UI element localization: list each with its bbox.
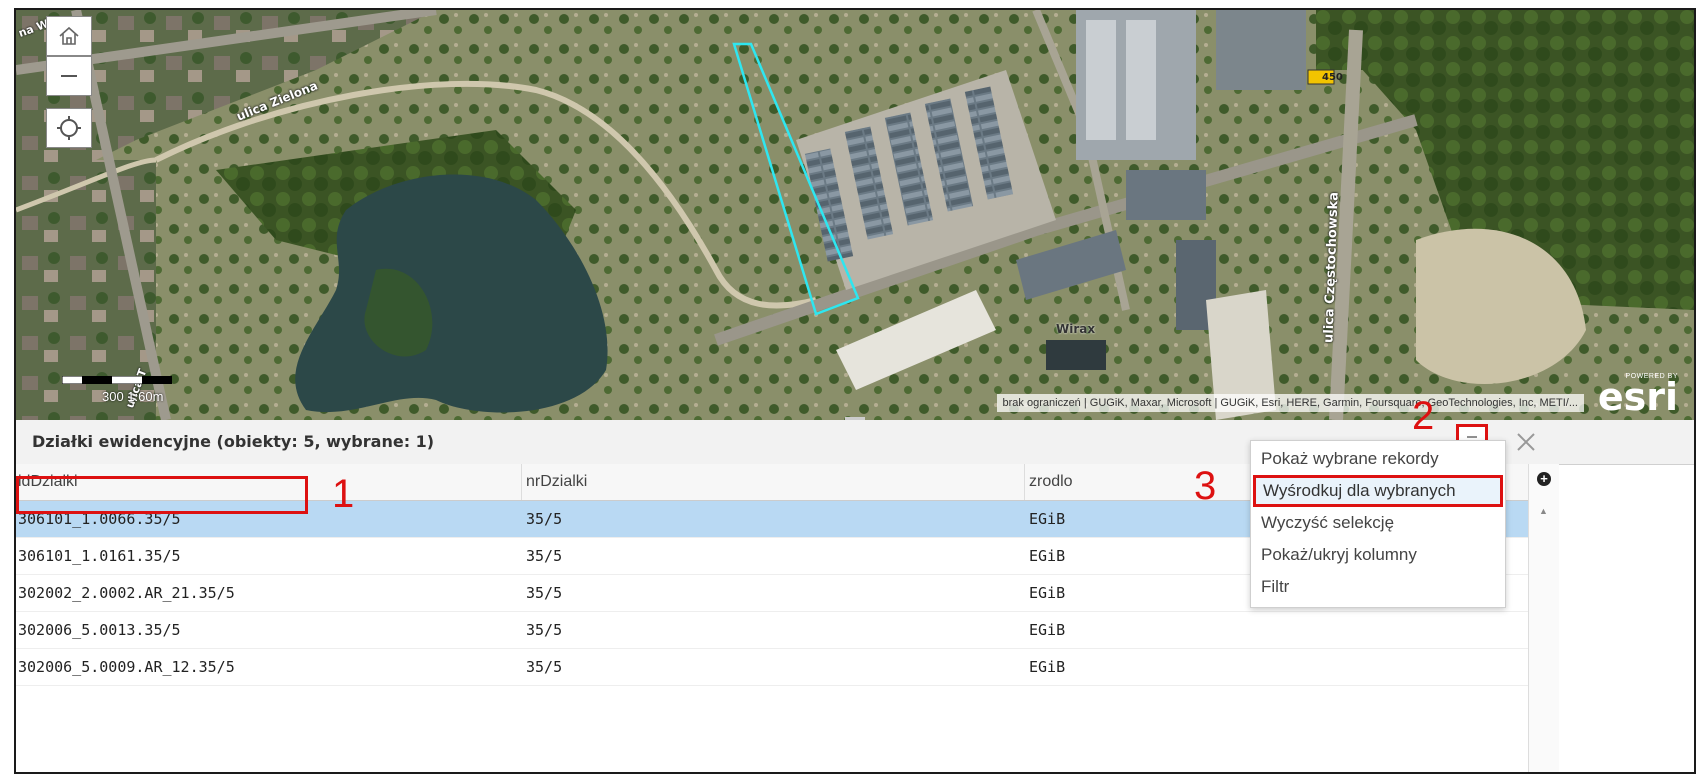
- cell-zrodlo: EGiB: [1029, 621, 1066, 639]
- annotation-number-3: 3: [1194, 464, 1217, 508]
- table-options-menu: Pokaż wybrane rekordy Wyśrodkuj dla wybr…: [1250, 440, 1506, 608]
- menu-item-clear-selection[interactable]: Wyczyść selekcję: [1251, 507, 1505, 539]
- cell-iddzialki: 302006_5.0009.AR_12.35/5: [18, 658, 235, 676]
- zoom-out-button[interactable]: [46, 56, 92, 96]
- panel-title: Działki ewidencyjne (obiekty: 5, wybrane…: [32, 432, 435, 451]
- menu-item-center-selected[interactable]: Wyśrodkuj dla wybranych: [1253, 475, 1503, 507]
- scroll-up-icon[interactable]: ▲: [1539, 506, 1548, 516]
- cell-iddzialki: 302002_2.0002.AR_21.35/5: [18, 584, 235, 602]
- cell-zrodlo: EGiB: [1029, 584, 1066, 602]
- annotation-box-1: [16, 476, 308, 514]
- locate-button[interactable]: [46, 108, 92, 148]
- cell-nrdzialki: 35/5: [526, 658, 563, 676]
- esri-logo[interactable]: POWERED BY esri: [1597, 373, 1678, 419]
- annotation-number-1: 1: [332, 472, 355, 516]
- cell-iddzialki: 306101_1.0161.35/5: [18, 547, 181, 565]
- menu-item-toggle-columns[interactable]: Pokaż/ukryj kolumny: [1251, 539, 1505, 571]
- column-separator[interactable]: [521, 464, 522, 500]
- annotation-number-2: 2: [1412, 394, 1435, 438]
- close-button[interactable]: [1516, 426, 1536, 459]
- esri-logo-text: esri: [1597, 375, 1678, 419]
- menu-item-filter[interactable]: Filtr: [1251, 571, 1505, 603]
- scale-bar: [62, 376, 172, 384]
- menu-item-show-selected[interactable]: Pokaż wybrane rekordy: [1251, 443, 1505, 475]
- map-view[interactable]: 450 ulica Zielona ulica Częstochowska ul…: [16, 10, 1694, 420]
- cell-nrdzialki: 35/5: [526, 510, 563, 528]
- add-column-icon[interactable]: +: [1537, 472, 1551, 486]
- cell-iddzialki: 302006_5.0013.35/5: [18, 621, 181, 639]
- table-scrollbar[interactable]: + ▲: [1528, 464, 1559, 772]
- satellite-imagery: [16, 10, 1694, 420]
- cell-nrdzialki: 35/5: [526, 584, 563, 602]
- cell-zrodlo: EGiB: [1029, 658, 1066, 676]
- column-header-nrdzialki[interactable]: nrDzialki: [526, 464, 587, 500]
- table-row[interactable]: 302006_5.0009.AR_12.35/5 35/5 EGiB: [16, 649, 1528, 686]
- road-shield-label: 450: [1322, 72, 1343, 83]
- table-row[interactable]: 302006_5.0013.35/5 35/5 EGiB: [16, 612, 1528, 649]
- close-icon: [1517, 433, 1535, 451]
- locate-icon: [57, 116, 81, 140]
- map-attribution[interactable]: brak ograniczeń | GUGiK, Maxar, Microsof…: [996, 394, 1584, 412]
- scale-text: 300 1:60m: [102, 389, 164, 404]
- home-icon: [59, 26, 79, 45]
- zoom-out-icon: [61, 75, 77, 77]
- building-label: Wirax: [1056, 322, 1096, 336]
- cell-zrodlo: EGiB: [1029, 547, 1066, 565]
- cell-nrdzialki: 35/5: [526, 547, 563, 565]
- column-header-zrodlo[interactable]: zrodlo: [1029, 464, 1073, 500]
- cell-zrodlo: EGiB: [1029, 510, 1066, 528]
- home-button[interactable]: [46, 16, 92, 56]
- cell-nrdzialki: 35/5: [526, 621, 563, 639]
- app-frame: 450 ulica Zielona ulica Częstochowska ul…: [14, 8, 1696, 774]
- column-separator[interactable]: [1024, 464, 1025, 500]
